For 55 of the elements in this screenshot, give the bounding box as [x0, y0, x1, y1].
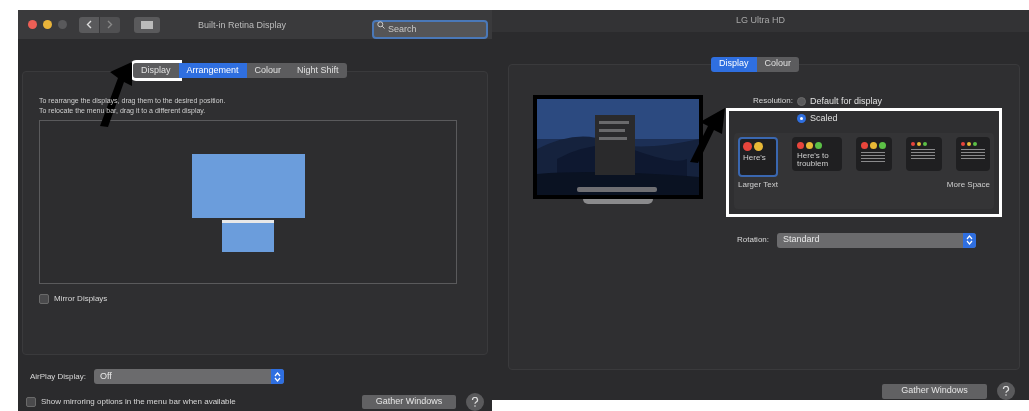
radio-button[interactable]	[797, 96, 806, 106]
search-icon	[377, 21, 385, 29]
window-buttons-icon	[861, 141, 886, 149]
text-lines-icon	[911, 148, 935, 159]
scale-label: More Space	[946, 178, 990, 191]
window-buttons-icon	[743, 141, 763, 151]
scale-label: Larger Text	[738, 178, 778, 191]
field-label: Resolution:	[751, 95, 793, 108]
forward-button[interactable]	[100, 16, 120, 33]
window-title: LG Ultra HD	[736, 14, 785, 28]
monitor-stand	[583, 198, 653, 204]
window-buttons-icon	[961, 141, 977, 146]
checkbox[interactable]	[26, 397, 36, 407]
dropdown[interactable]: Off	[94, 369, 284, 384]
scale-option[interactable]: Here's	[738, 136, 778, 177]
help-icon[interactable]	[997, 382, 1015, 400]
stepper-icon	[271, 369, 284, 384]
gather-windows-button[interactable]: Gather Windows	[882, 383, 987, 399]
radio-label: Scaled	[810, 112, 838, 126]
stepper-icon	[963, 232, 977, 248]
tab[interactable]: Night Shift	[289, 63, 347, 78]
back-button[interactable]	[79, 16, 99, 33]
tab[interactable]: Display	[133, 63, 179, 78]
window-buttons-icon	[911, 141, 927, 146]
scale-option[interactable]	[856, 136, 892, 171]
window-buttons-icon	[797, 141, 822, 149]
scale-option[interactable]	[906, 136, 942, 171]
grid-icon	[141, 20, 153, 29]
radio-button[interactable]	[797, 114, 806, 124]
minimize-icon[interactable]	[43, 20, 52, 29]
text-lines-icon	[961, 148, 985, 159]
tab[interactable]: Arrangement	[178, 63, 247, 78]
field-label: Rotation:	[737, 234, 770, 247]
dropdown[interactable]: Standard	[777, 232, 977, 248]
close-icon[interactable]	[28, 20, 37, 29]
tab[interactable]: Colour	[246, 63, 290, 78]
grid-button[interactable]	[134, 16, 160, 33]
scale-option[interactable]: Here's to troublem	[792, 136, 842, 171]
tab[interactable]: Display	[711, 56, 757, 72]
scale-option[interactable]	[956, 136, 990, 171]
chevron-right-icon	[107, 20, 113, 29]
window-title: Built-in Retina Display	[198, 19, 287, 32]
checkbox-label: Show mirroring options in the menu bar when available	[41, 396, 236, 408]
chevron-left-icon	[86, 20, 92, 29]
help-icon[interactable]	[466, 393, 484, 411]
preview-text: Here's	[743, 153, 766, 162]
tab[interactable]: Colour	[756, 56, 800, 72]
field-label: AirPlay Display:	[30, 370, 86, 383]
text-lines-icon	[861, 151, 885, 162]
search-field[interactable]: Search	[372, 19, 488, 39]
checkbox-label: Mirror Displays	[54, 293, 108, 305]
preview-text: Here's to troublem	[797, 151, 830, 168]
checkbox[interactable]	[39, 294, 49, 304]
radio-label: Default for display	[810, 94, 883, 108]
gather-windows-button[interactable]: Gather Windows	[362, 395, 456, 409]
